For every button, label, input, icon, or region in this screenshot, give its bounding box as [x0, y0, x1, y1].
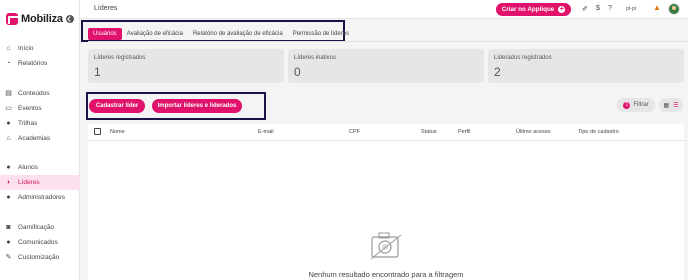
stat-card-lideres-inativos: Líderes inativos 0: [288, 49, 484, 83]
stat-value: 2: [494, 65, 501, 79]
tabs-divider: [88, 41, 688, 42]
sidebar-item-customizacao[interactable]: ✎ Customização: [0, 250, 80, 265]
stat-label: Líderes inativos: [294, 55, 337, 61]
sidebar-item-label: Relatórios: [18, 60, 48, 67]
avatar[interactable]: [668, 3, 680, 15]
tab-permissao-lideres[interactable]: Permissão de líderes: [288, 28, 354, 40]
column-header-email[interactable]: E-mail: [258, 129, 274, 135]
sidebar-item-administradores[interactable]: ● Administradores: [0, 190, 80, 205]
filter-label: Filtrar: [633, 102, 649, 108]
gamepad-icon: ◙: [6, 224, 11, 231]
tab-avaliacao-eficacia[interactable]: Avaliação de eficácia: [122, 28, 188, 40]
dollar-icon[interactable]: $: [596, 5, 600, 12]
column-header-status[interactable]: Status: [421, 129, 437, 135]
create-leader-button[interactable]: Cadastrar líder: [89, 99, 145, 113]
select-all-checkbox[interactable]: [94, 128, 101, 135]
globe-icon: ●: [6, 120, 11, 127]
sidebar-item-relatorios[interactable]: ◔ Relatórios: [0, 56, 80, 71]
empty-state-message: Nenhum resultado encontrado para a filtr…: [308, 270, 464, 279]
sidebar-item-comunicados[interactable]: ● Comunicados: [0, 235, 80, 250]
import-leaders-button[interactable]: Importar líderes e liderados: [152, 99, 242, 113]
sidebar-item-label: Conteúdos: [18, 90, 50, 97]
sidebar-item-label: Academias: [18, 135, 51, 142]
sidebar-item-label: Início: [18, 45, 34, 52]
column-header-tipo-cadastro[interactable]: Tipo de cadastro: [578, 129, 619, 135]
leaders-table: Nome E-mail CPF Status Perfil Último ace…: [88, 124, 684, 280]
list-view-icon[interactable]: ☰: [673, 102, 678, 109]
sidebar: Mobiliza ⌂ Início ◔ Relatórios ▤ Conteúd…: [0, 0, 80, 280]
page-title: Líderes: [94, 5, 118, 12]
sidebar-item-lideres[interactable]: ◗ Líderes: [0, 175, 80, 190]
empty-state-illustration: [370, 232, 402, 260]
collapse-sidebar-icon[interactable]: [66, 15, 74, 23]
message-icon: ●: [6, 239, 11, 246]
tools-icon[interactable]: ✐: [582, 5, 588, 13]
help-icon[interactable]: ?: [608, 5, 612, 12]
sidebar-item-conteudos[interactable]: ▤ Conteúdos: [0, 86, 80, 101]
sidebar-item-label: Trilhas: [18, 120, 38, 127]
sidebar-item-label: Alunos: [18, 164, 38, 171]
document-icon: ▤: [5, 90, 12, 97]
admin-icon: ●: [6, 194, 11, 201]
top-header: Líderes Criar no Applique + ✐ $ ? pt-pt …: [80, 0, 688, 19]
sidebar-item-eventos[interactable]: ▭ Eventos: [0, 101, 80, 116]
column-header-ultimo-acesso[interactable]: Último acesso: [516, 129, 551, 135]
sidebar-item-label: Customização: [18, 254, 60, 261]
chat-icon: ▭: [5, 105, 12, 112]
home-icon: ⌂: [6, 45, 11, 52]
filter-count-badge: 1: [623, 101, 631, 109]
language-selector[interactable]: pt-pt: [626, 6, 636, 12]
create-in-applique-button[interactable]: Criar no Applique +: [496, 3, 571, 16]
grid-view-icon[interactable]: ▦: [663, 102, 669, 109]
sidebar-item-inicio[interactable]: ⌂ Início: [0, 41, 80, 56]
sidebar-item-label: Gamificação: [18, 224, 55, 231]
sidebar-item-academias[interactable]: ⌂ Academias: [0, 131, 80, 146]
sidebar-item-label: Líderes: [18, 179, 40, 186]
filter-button[interactable]: 1 Filtrar: [617, 98, 655, 112]
institution-icon: ⌂: [6, 135, 11, 142]
stat-card-liderados-registrados: Liderados registrados 2: [488, 49, 684, 83]
stat-value: 1: [94, 65, 101, 79]
column-header-cpf[interactable]: CPF: [349, 129, 360, 135]
logo-text: Mobiliza: [21, 13, 63, 25]
create-in-applique-label: Criar no Applique: [501, 6, 555, 13]
stat-card-lideres-registrados: Líderes registrados 1: [88, 49, 284, 83]
sidebar-item-gamificacao[interactable]: ◙ Gamificação: [0, 220, 80, 235]
plus-icon: +: [558, 6, 566, 13]
tab-bar: Usuários Avaliação de eficácia Relatório…: [88, 28, 354, 40]
users-icon: ◗: [6, 179, 11, 186]
logo-icon: [6, 13, 20, 25]
table-header: Nome E-mail CPF Status Perfil Último ace…: [88, 124, 684, 141]
view-toggle: ▦ ☰: [659, 98, 683, 112]
stat-label: Liderados registrados: [494, 55, 552, 61]
chart-icon: ◔: [6, 60, 11, 67]
column-header-perfil[interactable]: Perfil: [458, 129, 471, 135]
sidebar-item-trilhas[interactable]: ● Trilhas: [0, 116, 80, 131]
logo[interactable]: Mobiliza: [6, 13, 63, 25]
sidebar-item-label: Comunicados: [18, 239, 58, 246]
tab-usuarios[interactable]: Usuários: [88, 28, 122, 40]
sidebar-item-label: Administradores: [18, 194, 65, 201]
stat-value: 0: [294, 65, 301, 79]
tab-relatorio-avaliacao[interactable]: Relatório de avaliação de eficácia: [188, 28, 288, 40]
sidebar-item-alunos[interactable]: ● Alunos: [0, 160, 80, 175]
column-header-nome[interactable]: Nome: [110, 129, 125, 135]
stat-label: Líderes registrados: [94, 55, 146, 61]
notification-bell-icon[interactable]: ▲: [653, 3, 661, 12]
sidebar-item-label: Eventos: [18, 105, 42, 112]
user-icon: ●: [6, 164, 11, 171]
brush-icon: ✎: [5, 254, 12, 261]
